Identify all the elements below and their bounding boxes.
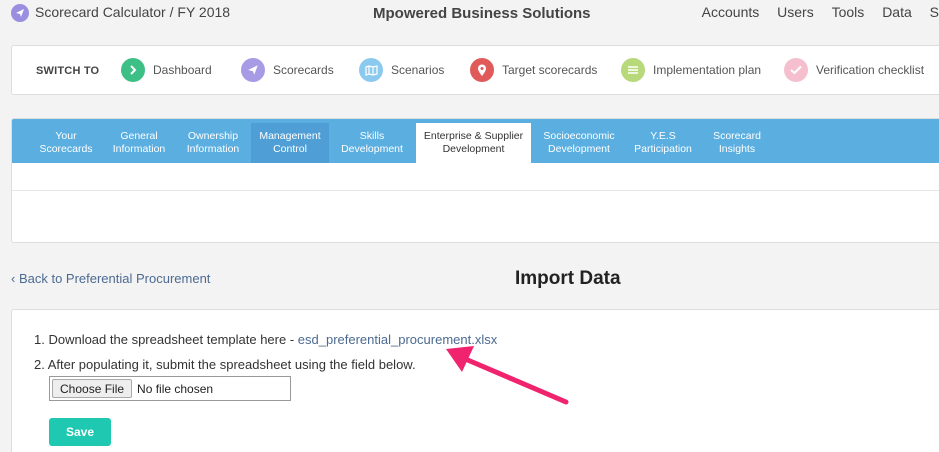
switch-scorecards[interactable]: Scorecards (241, 57, 334, 83)
tab-yes-participation[interactable]: Y.E.S Participation (628, 123, 698, 163)
file-status-text: No file chosen (137, 381, 214, 396)
tab-enterprise-supplier-development[interactable]: Enterprise & Supplier Development (416, 123, 531, 163)
paper-plane-icon (11, 4, 29, 22)
tab-skills-development[interactable]: Skills Development (334, 123, 410, 163)
switch-implementation-plan[interactable]: Implementation plan (621, 57, 761, 83)
company-name: Mpowered Business Solutions (373, 5, 591, 22)
switch-to-label: SWITCH TO (36, 65, 100, 77)
choose-file-button[interactable]: Choose File (52, 379, 133, 398)
switch-target-scorecards[interactable]: Target scorecards (470, 57, 597, 83)
nav-users[interactable]: Users (777, 4, 814, 20)
page-title: Import Data (515, 268, 621, 289)
nav-more[interactable]: S (930, 4, 939, 20)
switch-dashboard[interactable]: Dashboard (121, 57, 212, 83)
app-title[interactable]: Scorecard Calculator / FY 2018 (35, 4, 230, 20)
tabs-panel: Your Scorecards General Information Owners… (11, 118, 939, 243)
switch-label-implementation-plan: Implementation plan (653, 63, 762, 77)
sub-tabs-row (12, 163, 939, 191)
top-bar: Scorecard Calculator / FY 2018 Mpowered … (0, 0, 939, 26)
location-pin-icon (470, 58, 494, 82)
switch-label-verification-checklist: Verification checklist (816, 63, 925, 77)
check-icon (784, 58, 808, 82)
top-nav: Accounts Users Tools Data S (688, 4, 939, 20)
switch-to-panel: SWITCH TO Dashboard Scorecards Scenarios… (11, 45, 939, 95)
switch-scenarios[interactable]: Scenarios (359, 57, 444, 83)
file-upload-field[interactable]: Choose File No file chosen (49, 376, 291, 401)
import-panel: 1. Download the spreadsheet template her… (11, 309, 939, 452)
tab-ownership-information[interactable]: Ownership Information (178, 123, 248, 163)
step-download-text: 1. Download the spreadsheet template her… (34, 332, 298, 347)
list-icon (621, 58, 645, 82)
paper-plane-icon (241, 58, 265, 82)
switch-label-scorecards: Scorecards (273, 63, 334, 77)
tab-general-information[interactable]: General Information (105, 123, 173, 163)
tab-management-control[interactable]: Management Control (251, 123, 329, 163)
step-download: 1. Download the spreadsheet template her… (34, 332, 497, 347)
switch-label-scenarios: Scenarios (391, 63, 445, 77)
save-button[interactable]: Save (49, 418, 111, 446)
switch-label-target-scorecards: Target scorecards (502, 63, 598, 77)
nav-data[interactable]: Data (882, 4, 912, 20)
tab-scorecard-insights[interactable]: Scorecard Insights (705, 123, 769, 163)
chevron-right-icon (121, 58, 145, 82)
step-submit: 2. After populating it, submit the sprea… (34, 357, 416, 372)
tab-socioeconomic-development[interactable]: Socioeconomic Development (538, 123, 620, 163)
nav-accounts[interactable]: Accounts (702, 4, 760, 20)
map-icon (359, 58, 383, 82)
tab-your-scorecards[interactable]: Your Scorecards (27, 123, 105, 163)
nav-tools[interactable]: Tools (832, 4, 865, 20)
switch-verification-checklist[interactable]: Verification checklist (784, 57, 924, 83)
switch-label-dashboard: Dashboard (153, 63, 212, 77)
tabs-bar: Your Scorecards General Information Owners… (12, 119, 939, 163)
back-to-preferential-procurement-link[interactable]: ‹ Back to Preferential Procurement (11, 271, 210, 286)
template-download-link[interactable]: esd_preferential_procurement.xlsx (298, 332, 497, 347)
